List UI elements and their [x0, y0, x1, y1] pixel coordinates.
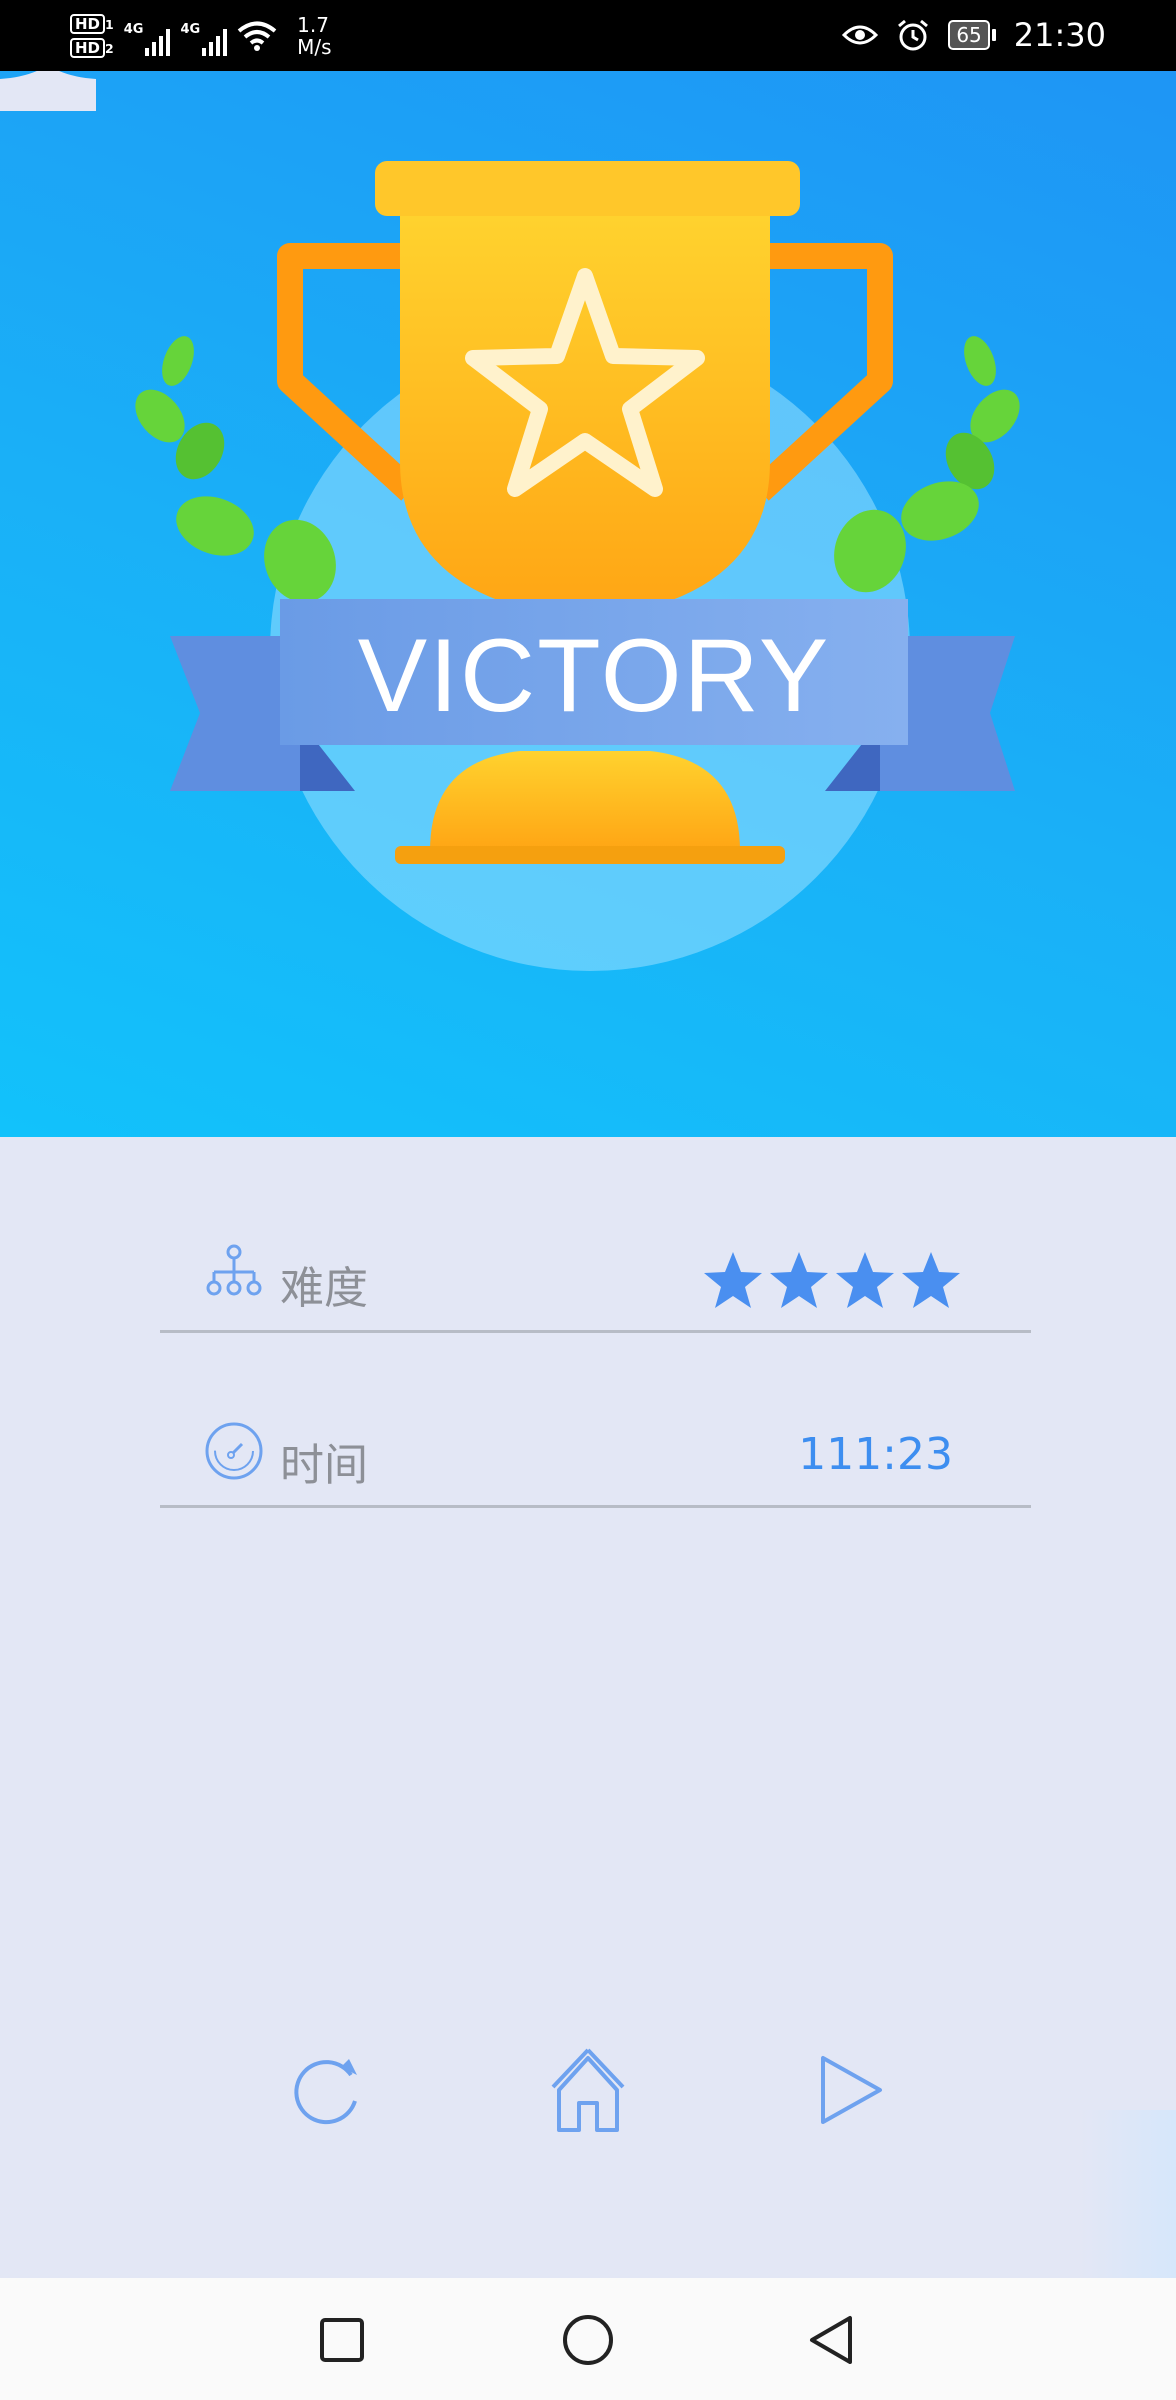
hierarchy-icon	[206, 1244, 262, 1296]
star-icon	[770, 1252, 828, 1308]
status-bar: HD 1 HD 2 4G 4G 1.7 M/s 65 21:30	[0, 0, 1176, 71]
hd1-badge: HD	[70, 14, 106, 34]
star-icon	[902, 1252, 960, 1308]
stopwatch-icon	[205, 1422, 263, 1480]
circle-home-icon[interactable]	[556, 2308, 620, 2372]
alarm-icon	[898, 19, 929, 51]
signal-2: 4G	[180, 16, 228, 56]
victory-banner-text: VICTORY	[357, 617, 831, 734]
clock: 21:30	[1013, 16, 1106, 54]
eye-icon	[842, 25, 879, 45]
difficulty-row: 难度	[160, 1230, 1031, 1333]
time-row: 时间 111:23	[160, 1405, 1031, 1508]
corner-glow	[1080, 2110, 1176, 2278]
battery-icon: 65	[948, 20, 996, 50]
star-icon	[704, 1252, 762, 1308]
wifi-icon	[237, 21, 277, 51]
time-value: 111:23	[798, 1429, 953, 1480]
triangle-back-icon[interactable]	[800, 2308, 864, 2372]
laurel-icon	[135, 336, 336, 603]
signal-1: 4G	[124, 16, 171, 56]
difficulty-stars	[703, 1250, 961, 1310]
net-speed: 1.7 M/s	[297, 13, 332, 59]
play-icon[interactable]	[805, 2045, 895, 2135]
victory-hero: VICTORY	[0, 71, 1176, 1137]
laurel-icon	[834, 336, 1020, 593]
star-icon	[836, 1252, 894, 1308]
system-nav-bar	[0, 2278, 1176, 2400]
signal-icon	[145, 26, 171, 56]
time-label: 时间	[280, 1440, 368, 1491]
signal-icon	[202, 26, 228, 56]
square-recents-icon[interactable]	[310, 2308, 374, 2372]
hero-notch	[0, 71, 96, 111]
refresh-icon[interactable]	[285, 2045, 375, 2135]
home-icon[interactable]	[543, 2045, 633, 2135]
difficulty-label: 难度	[280, 1263, 368, 1314]
hd2-badge: HD	[70, 38, 106, 58]
